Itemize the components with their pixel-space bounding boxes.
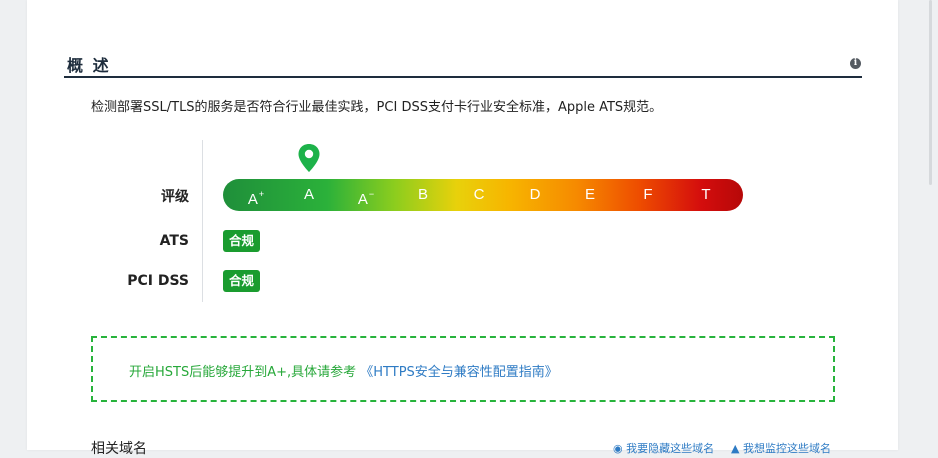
vertical-divider <box>202 140 203 302</box>
grade-6: D <box>530 179 541 211</box>
grade-letter: A <box>247 191 258 208</box>
grade-letter: C <box>473 186 485 203</box>
grade-letter: B <box>417 186 429 203</box>
notice-text: 开启HSTS后能够提升到A+,具体请参考 《HTTPS安全与兼容性配置指南》 <box>129 361 558 380</box>
rating-marker-pin-icon <box>298 144 320 172</box>
grade-5: C <box>474 179 485 211</box>
ats-status-badge: 合规 <box>223 230 261 252</box>
grade-letter: A <box>303 186 315 203</box>
monitor-domains-label: 我想监控这些域名 <box>742 442 831 455</box>
pci-dss-status-badge: 合规 <box>223 270 261 292</box>
user-icon: ▲ <box>731 442 740 455</box>
grade-letter: T <box>701 186 711 203</box>
grade-8: F <box>643 179 652 211</box>
hsts-notice: 开启HSTS后能够提升到A+,具体请参考 《HTTPS安全与兼容性配置指南》 <box>91 336 835 402</box>
info-icon[interactable]: i <box>850 58 861 69</box>
grade-letter: A <box>357 191 368 208</box>
section-header: 概 述 i <box>64 50 862 78</box>
pci-dss-label: PCI DSS <box>127 273 189 289</box>
monitor-domains-link[interactable]: ▲ 我想监控这些域名 <box>731 440 831 456</box>
grade-letter: D <box>529 186 541 203</box>
config-guide-link[interactable]: 《HTTPS安全与兼容性配置指南》 <box>360 365 558 380</box>
ats-label: ATS <box>159 233 189 249</box>
notice-message: 开启HSTS后能够提升到A+,具体请参考 <box>129 365 357 380</box>
grade-letter: E <box>584 186 596 203</box>
grade-3: A− <box>358 179 374 211</box>
grade-2: A <box>304 179 314 211</box>
hide-domains-link[interactable]: ◉ 我要隐藏这些域名 <box>613 440 714 456</box>
grade-7: E <box>585 179 595 211</box>
description-text: 检测部署SSL/TLS的服务是否符合行业最佳实践，PCI DSS支付卡行业安全标… <box>91 100 663 115</box>
rating-label: 评级 <box>161 189 189 205</box>
grade-letter: F <box>643 186 653 203</box>
hide-domains-label: 我要隐藏这些域名 <box>626 442 715 455</box>
page-scrollbar[interactable] <box>929 0 932 185</box>
section-title: 概 述 <box>67 56 111 75</box>
grade-modifier: − <box>368 189 375 199</box>
grade-4: B <box>418 179 428 211</box>
eye-icon: ◉ <box>613 442 623 455</box>
related-domains-title: 相关域名 <box>91 441 147 457</box>
grade-modifier: + <box>258 189 265 199</box>
rating-scale-bar: A+ A A− B C D E F T <box>223 179 743 211</box>
grade-1: A+ <box>248 179 264 211</box>
grade-9: T <box>701 179 710 211</box>
